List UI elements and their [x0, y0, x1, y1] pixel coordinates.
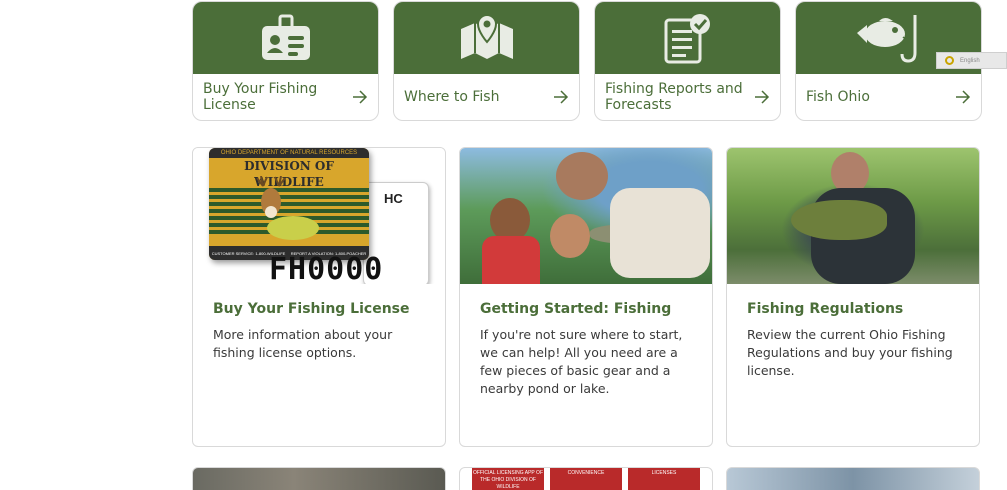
fish-hook-icon — [856, 15, 916, 63]
quick-links: Buy Your Fishing License Where to Fish F… — [192, 1, 982, 121]
arrow-right-icon — [353, 90, 368, 104]
card-title[interactable]: Buy Your Fishing License — [213, 301, 425, 317]
arrow-right-icon — [755, 90, 770, 104]
card-title[interactable]: Getting Started: Fishing — [480, 301, 692, 317]
id-card-icon — [261, 14, 310, 60]
app-banner-3: LICENSES — [628, 468, 700, 490]
tile-label: Buy Your Fishing License — [203, 81, 318, 113]
tile-fishing-reports[interactable]: Fishing Reports and Forecasts — [594, 1, 781, 121]
map-pin-icon — [460, 13, 513, 59]
card-fishing-regulations[interactable]: Fishing Regulations Review the current O… — [726, 147, 980, 447]
card-description: More information about your fishing lice… — [213, 327, 393, 360]
tile-icon-area — [595, 2, 780, 74]
tile-label: Where to Fish — [404, 89, 500, 105]
tile-label: Fish Ohio — [806, 89, 870, 105]
tile-icon-area — [193, 2, 378, 74]
next-row-cards: OFFICIAL LICENSING APP OF THE OHIO DIVIS… — [192, 467, 980, 490]
globe-icon — [945, 56, 954, 65]
arrow-right-icon — [554, 90, 569, 104]
feature-cards: HC OHIO DEPARTMENT OF NATURAL RESOURCES … — [192, 147, 980, 447]
tile-icon-area — [394, 2, 579, 74]
tile-where-to-fish[interactable]: Where to Fish — [393, 1, 580, 121]
arrow-right-icon — [956, 90, 971, 104]
card-description: If you're not sure where to start, we ca… — [480, 327, 683, 396]
app-banner-2: CONVENIENCE — [550, 468, 622, 490]
report-check-icon — [664, 14, 710, 64]
card-partial-1[interactable] — [192, 467, 446, 490]
deer-illustration — [256, 176, 319, 240]
card-partial-2[interactable]: OFFICIAL LICENSING APP OF THE OHIO DIVIS… — [459, 467, 713, 490]
card-buy-fishing-license[interactable]: HC OHIO DEPARTMENT OF NATURAL RESOURCES … — [192, 147, 446, 447]
tile-label: Fishing Reports and Forecasts — [605, 81, 743, 113]
tile-buy-fishing-license[interactable]: Buy Your Fishing License — [192, 1, 379, 121]
license-front: OHIO DEPARTMENT OF NATURAL RESOURCES DIV… — [209, 148, 369, 260]
license-card-image: HC OHIO DEPARTMENT OF NATURAL RESOURCES … — [193, 148, 445, 284]
language-selector[interactable]: English — [936, 52, 1007, 69]
angler-bass-photo — [727, 148, 979, 284]
card-description: Review the current Ohio Fishing Regulati… — [747, 327, 953, 378]
app-banner-1: OFFICIAL LICENSING APP OF THE OHIO DIVIS… — [472, 468, 544, 490]
card-getting-started-fishing[interactable]: Getting Started: Fishing If you're not s… — [459, 147, 713, 447]
language-label: English — [960, 57, 980, 64]
family-fishing-photo — [460, 148, 712, 284]
card-title[interactable]: Fishing Regulations — [747, 301, 959, 317]
card-partial-3[interactable] — [726, 467, 980, 490]
